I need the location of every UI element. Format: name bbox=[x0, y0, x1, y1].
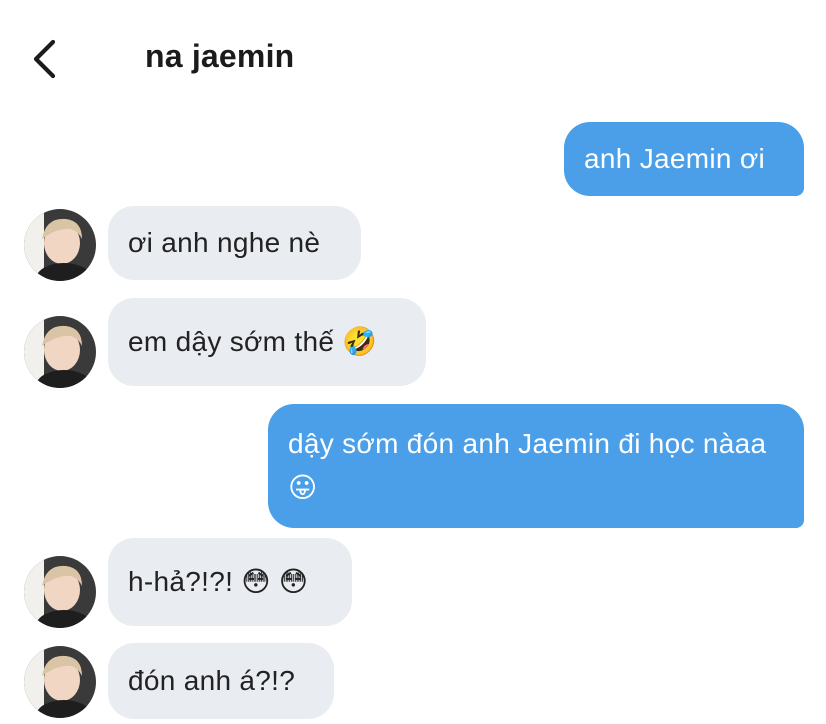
message-bubble-incoming[interactable]: ơi anh nghe nè bbox=[108, 206, 361, 280]
message-bubble-outgoing[interactable]: anh Jaemin ơi bbox=[564, 122, 804, 196]
message-bubble-incoming[interactable]: em dậy sớm thế 🤣 bbox=[108, 298, 426, 386]
message-bubble-incoming[interactable]: đón anh á?!? bbox=[108, 643, 334, 719]
avatar[interactable] bbox=[24, 556, 96, 628]
avatar-image bbox=[24, 209, 96, 281]
avatar[interactable] bbox=[24, 646, 96, 718]
avatar-image bbox=[24, 646, 96, 718]
avatar[interactable] bbox=[24, 316, 96, 388]
avatar[interactable] bbox=[24, 209, 96, 281]
message-bubble-outgoing[interactable]: dậy sớm đón anh Jaemin đi học nàaa 😛 bbox=[268, 404, 804, 528]
avatar-image bbox=[24, 316, 96, 388]
message-bubble-incoming[interactable]: h-hả?!?! 😳 😳 bbox=[108, 538, 352, 626]
avatar-image bbox=[24, 556, 96, 628]
message-list: anh Jaemin ơi ơi anh nghe nè em dậy sớm … bbox=[0, 0, 826, 724]
